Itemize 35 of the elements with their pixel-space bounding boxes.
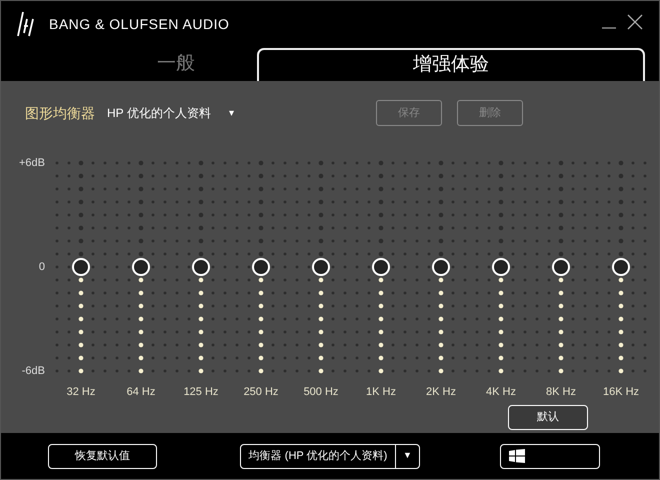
frequency-label: 4K Hz	[485, 385, 517, 400]
frequency-label: 32 Hz	[66, 385, 96, 400]
frequency-label: 125 Hz	[182, 385, 220, 400]
tab[interactable]: 增强体验	[257, 48, 645, 81]
frequency-label: 2K Hz	[425, 385, 457, 400]
profile-select[interactable]: 均衡器 (HP 优化的个人资料) ▼	[240, 444, 420, 468]
frequency-label: 64 Hz	[126, 385, 156, 400]
slider-thumb[interactable]	[192, 258, 210, 276]
axis-label: 0	[38, 261, 45, 273]
tab[interactable]: 一般	[1, 48, 251, 81]
slider-thumb[interactable]	[372, 258, 390, 276]
frequency-label: 250 Hz	[242, 385, 280, 400]
slider-thumb[interactable]	[552, 258, 570, 276]
slider-thumb[interactable]	[432, 258, 450, 276]
preset-dropdown[interactable]: HP 优化的个人资料 ▾	[107, 104, 234, 122]
frequency-label: 8K Hz	[545, 385, 577, 400]
windows-button[interactable]	[500, 444, 600, 468]
close-icon[interactable]	[627, 14, 643, 30]
logo-icon	[17, 11, 35, 37]
equalizer-label: 图形均衡器	[25, 104, 95, 122]
axis-label: -6dB	[22, 365, 45, 377]
slider-thumb[interactable]	[132, 258, 150, 276]
windows-logo-icon	[509, 449, 525, 463]
slider-thumb[interactable]	[492, 258, 510, 276]
slider-thumb[interactable]	[612, 258, 630, 276]
frequency-label: 16K Hz	[602, 385, 640, 400]
slider-thumb[interactable]	[312, 258, 330, 276]
axis-label: +6dB	[19, 157, 45, 169]
slider-thumb[interactable]	[252, 258, 270, 276]
window-title: BANG & OLUFSEN AUDIO	[49, 14, 230, 34]
slider-thumb[interactable]	[72, 258, 90, 276]
frequency-label: 1K Hz	[365, 385, 397, 400]
default-button[interactable]: 默认	[508, 404, 588, 430]
frequency-label: 500 Hz	[302, 385, 340, 400]
restore-defaults-button[interactable]: 恢复默认值	[48, 444, 157, 468]
